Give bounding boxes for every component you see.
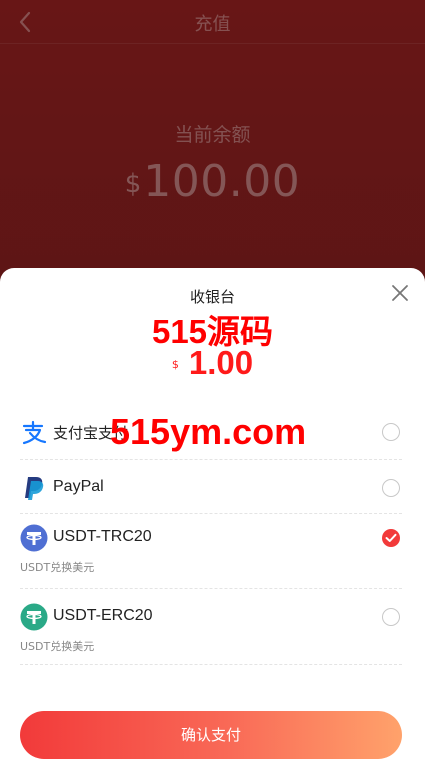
radio-usdt-erc20[interactable] (382, 608, 400, 626)
sheet-title: 收银台 (189, 288, 235, 306)
method-usdt-trc20[interactable]: USDT-TRC20 USDT兑换美元 (20, 514, 402, 589)
tether-icon (20, 524, 48, 552)
pay-amount-value: 1.00 (188, 344, 254, 381)
pay-currency: $ (171, 358, 179, 371)
method-sub: USDT兑换美元 (20, 640, 95, 653)
checkout-sheet: 收银台 515源码 $1.00 支付宝支付 PayPal USDT-TRC20 … (0, 268, 425, 774)
watermark-middle: 515ym.com (110, 411, 307, 452)
method-label: PayPal (53, 478, 104, 495)
checkmark-icon (385, 533, 397, 542)
radio-usdt-trc20-checked[interactable] (382, 529, 400, 547)
close-icon[interactable] (391, 284, 409, 302)
method-usdt-erc20[interactable]: USDT-ERC20 USDT兑换美元 (20, 589, 402, 665)
paypal-icon (25, 477, 44, 500)
confirm-pay-button[interactable]: 确认支付 (20, 711, 402, 759)
tether-icon (20, 603, 48, 631)
method-label: USDT-ERC20 (53, 607, 153, 624)
method-sub: USDT兑换美元 (20, 561, 95, 574)
method-label: USDT-TRC20 (53, 528, 152, 545)
pay-amount: $1.00 (0, 344, 425, 382)
alipay-icon (22, 420, 47, 445)
radio-alipay[interactable] (382, 423, 400, 441)
radio-paypal[interactable] (382, 479, 400, 497)
method-paypal[interactable]: PayPal (20, 460, 402, 514)
